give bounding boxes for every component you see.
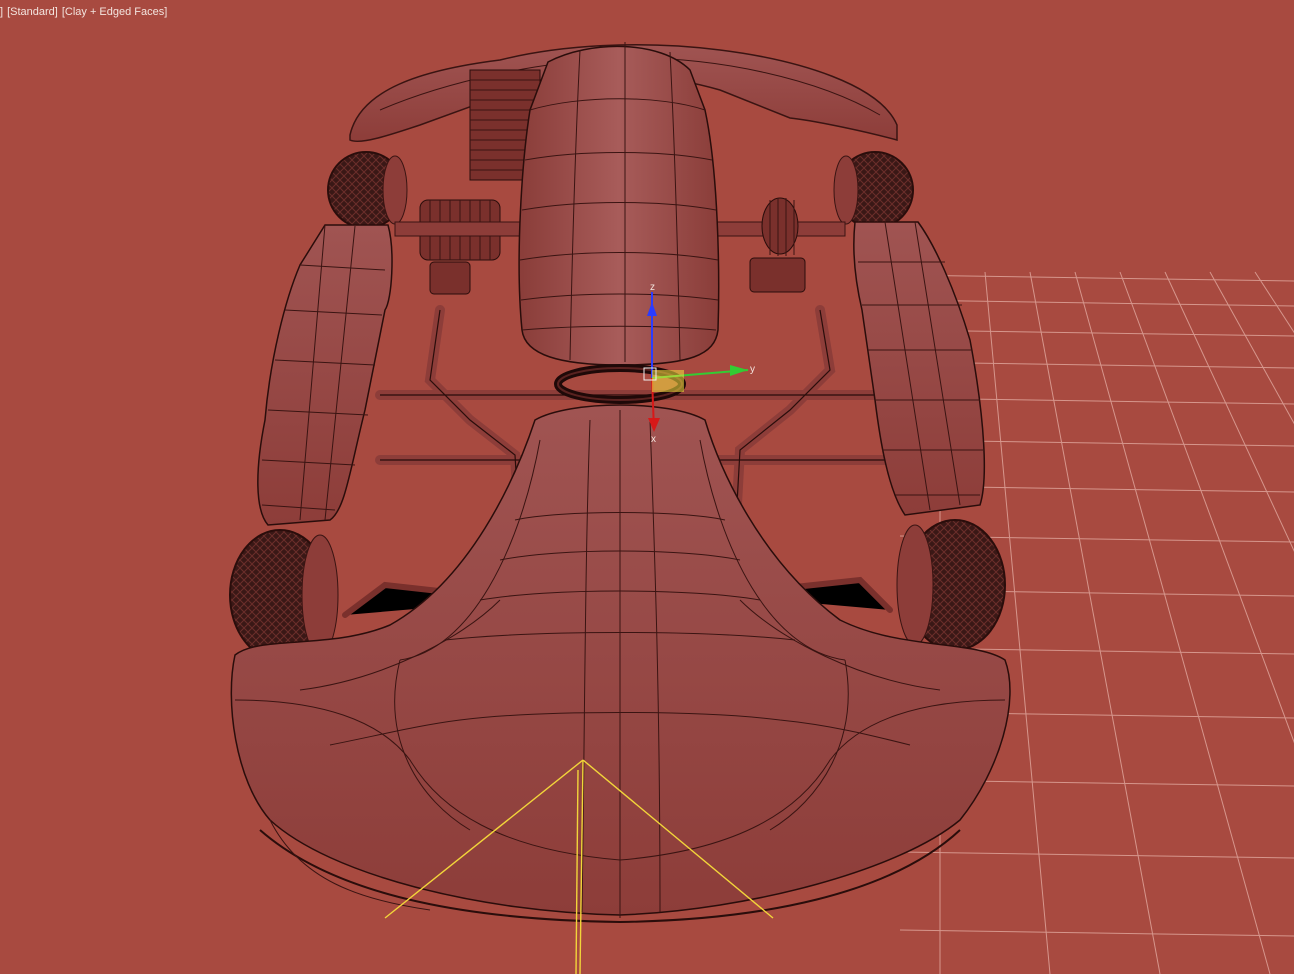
grid-line	[1074, 271, 1271, 974]
grid-line	[899, 274, 1294, 282]
front-right-wheel	[896, 519, 1006, 651]
grid-line	[899, 929, 1294, 937]
shading-mode-label[interactable]: [Standard]	[7, 4, 58, 20]
grid-line	[1029, 271, 1161, 974]
grid-line	[899, 851, 1294, 859]
axis-z-label: z	[650, 282, 655, 293]
axis-x-label: x	[651, 434, 656, 445]
viewport-label-menu: ] [Standard] [Clay + Edged Faces]	[0, 4, 167, 20]
left-side-pod	[257, 224, 393, 526]
grid-line	[1209, 271, 1294, 425]
axis-y-label: y	[750, 364, 755, 375]
grid-line	[1119, 271, 1294, 744]
display-style-label[interactable]: [Clay + Edged Faces]	[62, 4, 167, 20]
grid-line	[1164, 271, 1294, 552]
rear-right-wheel	[833, 151, 914, 229]
viewport-label-prefix[interactable]: ]	[0, 4, 3, 20]
rear-left-wheel	[327, 151, 408, 229]
seat	[518, 42, 720, 366]
3d-viewport[interactable]: ] [Standard] [Clay + Edged Faces] z y x	[0, 0, 1294, 974]
scene-canvas[interactable]: z y x	[0, 0, 1294, 974]
right-side-pod	[853, 221, 986, 516]
grid-line	[1254, 271, 1294, 334]
